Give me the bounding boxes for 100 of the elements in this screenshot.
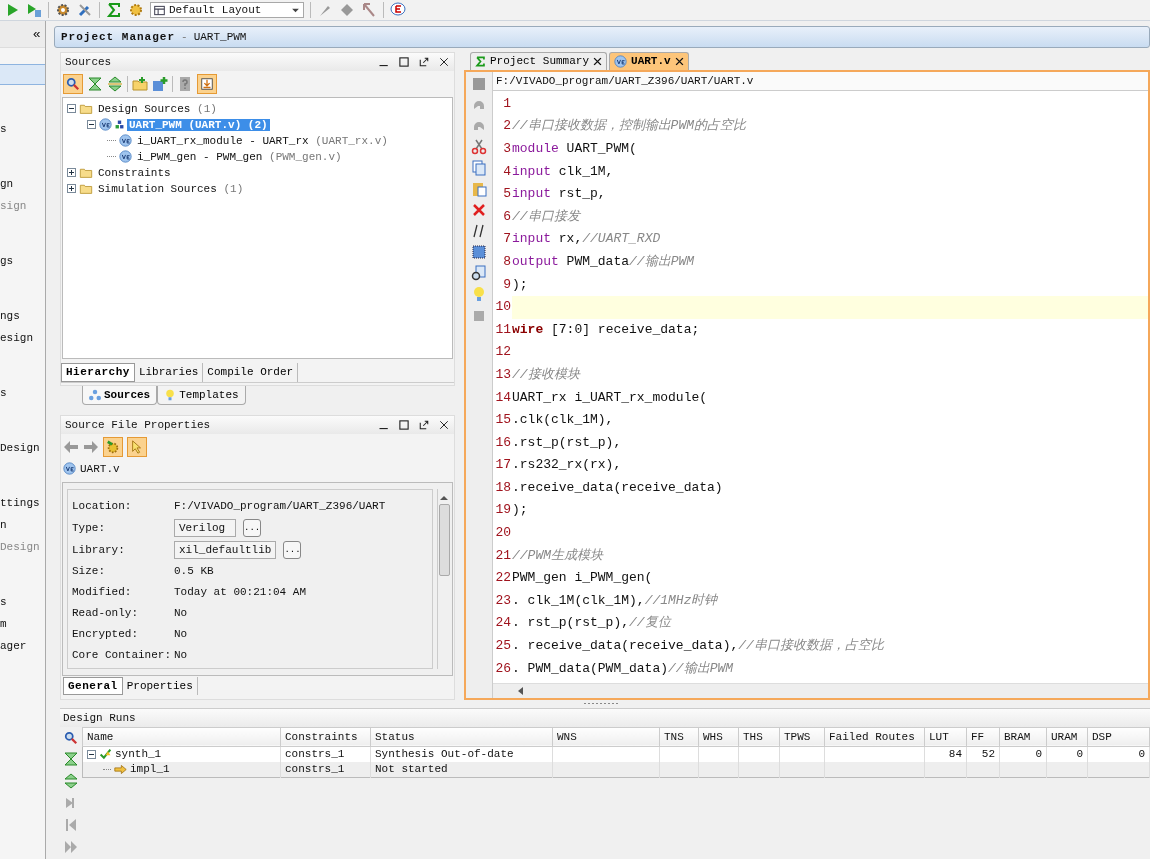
expander-toggle[interactable] bbox=[87, 120, 96, 130]
scroll-left-icon[interactable] bbox=[517, 686, 523, 695]
cut-icon[interactable] bbox=[471, 138, 487, 155]
search-icon[interactable] bbox=[64, 730, 78, 745]
expander-toggle[interactable] bbox=[67, 168, 76, 178]
navigator-item[interactable]: ager bbox=[0, 635, 45, 657]
layout-dropdown[interactable]: Default Layout bbox=[150, 2, 304, 18]
column-header[interactable]: TPWS bbox=[779, 727, 825, 747]
verilog-file-icon bbox=[119, 150, 132, 164]
find-icon[interactable] bbox=[471, 264, 487, 281]
close-icon[interactable] bbox=[593, 56, 603, 66]
navigator-item[interactable]: n bbox=[0, 514, 45, 536]
column-header[interactable]: TNS bbox=[659, 727, 699, 747]
column-header[interactable]: BRAM bbox=[999, 727, 1047, 747]
scrollbar[interactable] bbox=[437, 488, 450, 669]
navigator-item[interactable]: ttings bbox=[0, 492, 45, 514]
tree-item[interactable]: i_UART_rx_module - UART_rx (UART_rx.v) bbox=[135, 134, 390, 147]
column-header[interactable]: WHS bbox=[698, 727, 739, 747]
maximize-icon[interactable] bbox=[398, 418, 410, 431]
chat-icon[interactable] bbox=[390, 2, 406, 18]
scroll-up-icon[interactable] bbox=[440, 494, 448, 500]
column-header[interactable]: THS bbox=[738, 727, 780, 747]
fast-forward-icon[interactable] bbox=[63, 838, 79, 855]
navigator-item[interactable]: gs bbox=[0, 250, 45, 272]
expander-toggle[interactable] bbox=[67, 104, 76, 114]
copy-icon[interactable] bbox=[471, 159, 487, 176]
import-icon[interactable] bbox=[200, 76, 214, 91]
view-tab[interactable]: Compile Order bbox=[203, 362, 299, 382]
property-field[interactable]: Verilog bbox=[174, 518, 236, 537]
browse-button[interactable]: ... bbox=[243, 518, 261, 537]
column-header[interactable]: DSP bbox=[1087, 727, 1150, 747]
table-cell: 0 bbox=[1138, 748, 1145, 761]
navigator-item[interactable]: s bbox=[0, 591, 45, 613]
expander-toggle[interactable] bbox=[87, 749, 96, 759]
column-header[interactable]: FF bbox=[966, 727, 1000, 747]
maximize-icon[interactable] bbox=[398, 55, 410, 68]
code-line: 13//接收模块 bbox=[493, 363, 1148, 387]
tools-icon[interactable] bbox=[77, 2, 93, 18]
expander-toggle[interactable] bbox=[67, 184, 76, 194]
expand-all-icon[interactable] bbox=[107, 75, 123, 92]
sigma-icon[interactable] bbox=[106, 2, 122, 18]
search-icon[interactable] bbox=[66, 76, 80, 91]
navigator-item[interactable]: Design bbox=[0, 437, 45, 459]
float-icon[interactable] bbox=[418, 418, 430, 431]
navigator-item[interactable]: s bbox=[0, 382, 45, 404]
column-header[interactable]: Failed Routes bbox=[824, 727, 925, 747]
tree-item[interactable]: Design Sources (1) bbox=[96, 102, 219, 115]
collapse-all-icon[interactable] bbox=[87, 75, 103, 92]
navigator-item[interactable]: s bbox=[0, 118, 45, 140]
splitter-handle[interactable] bbox=[584, 702, 620, 706]
column-header[interactable]: Constraints bbox=[280, 727, 371, 747]
code-line: 24. rst_p(rst_p),//复位 bbox=[493, 612, 1148, 636]
tree-item[interactable]: Simulation Sources (1) bbox=[96, 182, 246, 195]
column-header[interactable]: WNS bbox=[552, 727, 660, 747]
view-tab[interactable]: Libraries bbox=[134, 362, 204, 382]
navigator-item[interactable]: esign bbox=[0, 327, 45, 349]
expand-all-icon[interactable] bbox=[63, 772, 79, 789]
paste-icon[interactable] bbox=[471, 180, 487, 197]
navigator-item[interactable]: m bbox=[0, 613, 45, 635]
block-icon[interactable] bbox=[471, 243, 487, 260]
gear-icon[interactable] bbox=[55, 2, 71, 18]
panel-tab[interactable]: Templates bbox=[157, 385, 246, 405]
collapse-all-icon[interactable] bbox=[63, 750, 79, 767]
settings-icon[interactable] bbox=[106, 439, 120, 454]
gear-icon[interactable] bbox=[128, 2, 144, 18]
close-icon[interactable] bbox=[438, 55, 450, 68]
lightbulb-icon bbox=[164, 388, 177, 401]
editor-tab[interactable]: UART.v bbox=[609, 51, 689, 70]
float-icon[interactable] bbox=[418, 55, 430, 68]
delete-icon[interactable] bbox=[471, 201, 487, 218]
view-tab[interactable]: Properties bbox=[122, 676, 198, 695]
navigator-item[interactable]: gn bbox=[0, 173, 45, 195]
column-header[interactable]: URAM bbox=[1046, 727, 1088, 747]
add-folder-icon[interactable] bbox=[132, 75, 148, 92]
editor-tab[interactable]: Project Summary bbox=[470, 51, 608, 70]
view-tab[interactable]: General bbox=[63, 676, 123, 695]
column-header[interactable]: Status bbox=[370, 727, 553, 747]
tree-item[interactable]: Constraints bbox=[96, 166, 173, 179]
horizontal-scrollbar[interactable] bbox=[493, 682, 1148, 698]
skip-start-icon[interactable] bbox=[63, 816, 79, 833]
code-line: 12 bbox=[493, 341, 1148, 364]
column-header[interactable]: Name bbox=[82, 727, 281, 747]
property-field[interactable]: xil_defaultlib bbox=[174, 540, 277, 559]
pointer-icon[interactable] bbox=[130, 439, 144, 454]
close-icon[interactable] bbox=[438, 418, 450, 431]
help-icon[interactable] bbox=[177, 75, 193, 92]
close-icon[interactable] bbox=[674, 56, 684, 66]
add-source-icon[interactable] bbox=[152, 75, 168, 92]
browse-button[interactable]: ... bbox=[283, 540, 302, 559]
tree-item[interactable]: i_PWM_gen - PWM_gen (PWM_gen.v) bbox=[135, 150, 344, 163]
view-tab[interactable]: Hierarchy bbox=[61, 362, 135, 382]
forward-icon[interactable] bbox=[83, 438, 99, 455]
collapse-button[interactable]: « bbox=[32, 26, 41, 42]
comment-icon[interactable] bbox=[471, 222, 487, 239]
navigator-item[interactable]: ngs bbox=[0, 305, 45, 327]
verilog-file-icon bbox=[614, 54, 628, 68]
pointer-icon[interactable] bbox=[361, 2, 377, 18]
play-step-icon[interactable] bbox=[26, 2, 42, 18]
column-header[interactable]: LUT bbox=[924, 727, 967, 747]
save-icon[interactable] bbox=[471, 75, 487, 92]
